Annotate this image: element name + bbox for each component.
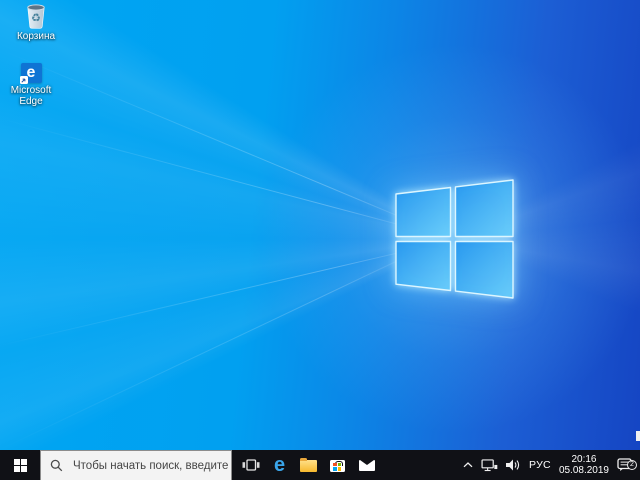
desktop-icon-label: Корзина	[16, 31, 56, 42]
notification-count-badge: 2	[627, 460, 637, 470]
search-icon	[50, 459, 63, 472]
network-button[interactable]	[477, 450, 502, 480]
start-button[interactable]	[0, 450, 40, 480]
mail-icon	[358, 459, 375, 471]
microsoft-store-button[interactable]	[323, 450, 352, 480]
file-explorer-button[interactable]	[294, 450, 323, 480]
windows-logo-wallpaper	[395, 179, 514, 299]
language-indicator[interactable]: РУС	[525, 450, 555, 480]
edge-taskbar-button[interactable]: e	[265, 450, 294, 480]
system-tray: РУС 20:16 05.08.2019 2	[459, 450, 640, 480]
file-explorer-icon	[300, 458, 317, 472]
speaker-volume-icon	[506, 459, 520, 471]
taskbar-search[interactable]	[40, 450, 232, 480]
recycle-bin-icon: ♻	[27, 4, 45, 29]
taskbar-app-buttons: e	[236, 450, 381, 480]
task-view-icon	[242, 459, 259, 471]
volume-button[interactable]	[502, 450, 525, 480]
desktop: ♻ Корзина e Microsoft Edge	[0, 0, 640, 450]
tray-overflow-button[interactable]	[459, 450, 477, 480]
search-input[interactable]	[71, 458, 231, 473]
mail-button[interactable]	[352, 450, 381, 480]
desktop-icon-label: Microsoft Edge	[10, 85, 52, 107]
desktop-icon-microsoft-edge[interactable]: e Microsoft Edge	[2, 63, 60, 107]
taskbar: e	[0, 450, 640, 480]
clock[interactable]: 20:16 05.08.2019	[555, 450, 613, 480]
windows-start-icon	[13, 458, 27, 472]
store-icon	[330, 460, 345, 472]
svg-text:♻: ♻	[31, 13, 41, 25]
clock-time: 20:16	[571, 453, 597, 465]
task-view-button[interactable]	[236, 450, 265, 480]
action-center-button[interactable]: 2	[613, 450, 637, 480]
ethernet-network-icon	[481, 458, 498, 471]
clock-date: 05.08.2019	[558, 465, 609, 476]
clipped-popup-artifact	[636, 431, 640, 441]
edge-icon: e	[19, 63, 42, 84]
edge-icon: e	[273, 454, 286, 476]
desktop-icon-recycle-bin[interactable]: ♻ Корзина	[6, 3, 66, 42]
wallpaper-light-rays	[0, 0, 640, 450]
chevron-up-icon	[463, 462, 473, 468]
shortcut-arrow-icon	[19, 76, 28, 84]
